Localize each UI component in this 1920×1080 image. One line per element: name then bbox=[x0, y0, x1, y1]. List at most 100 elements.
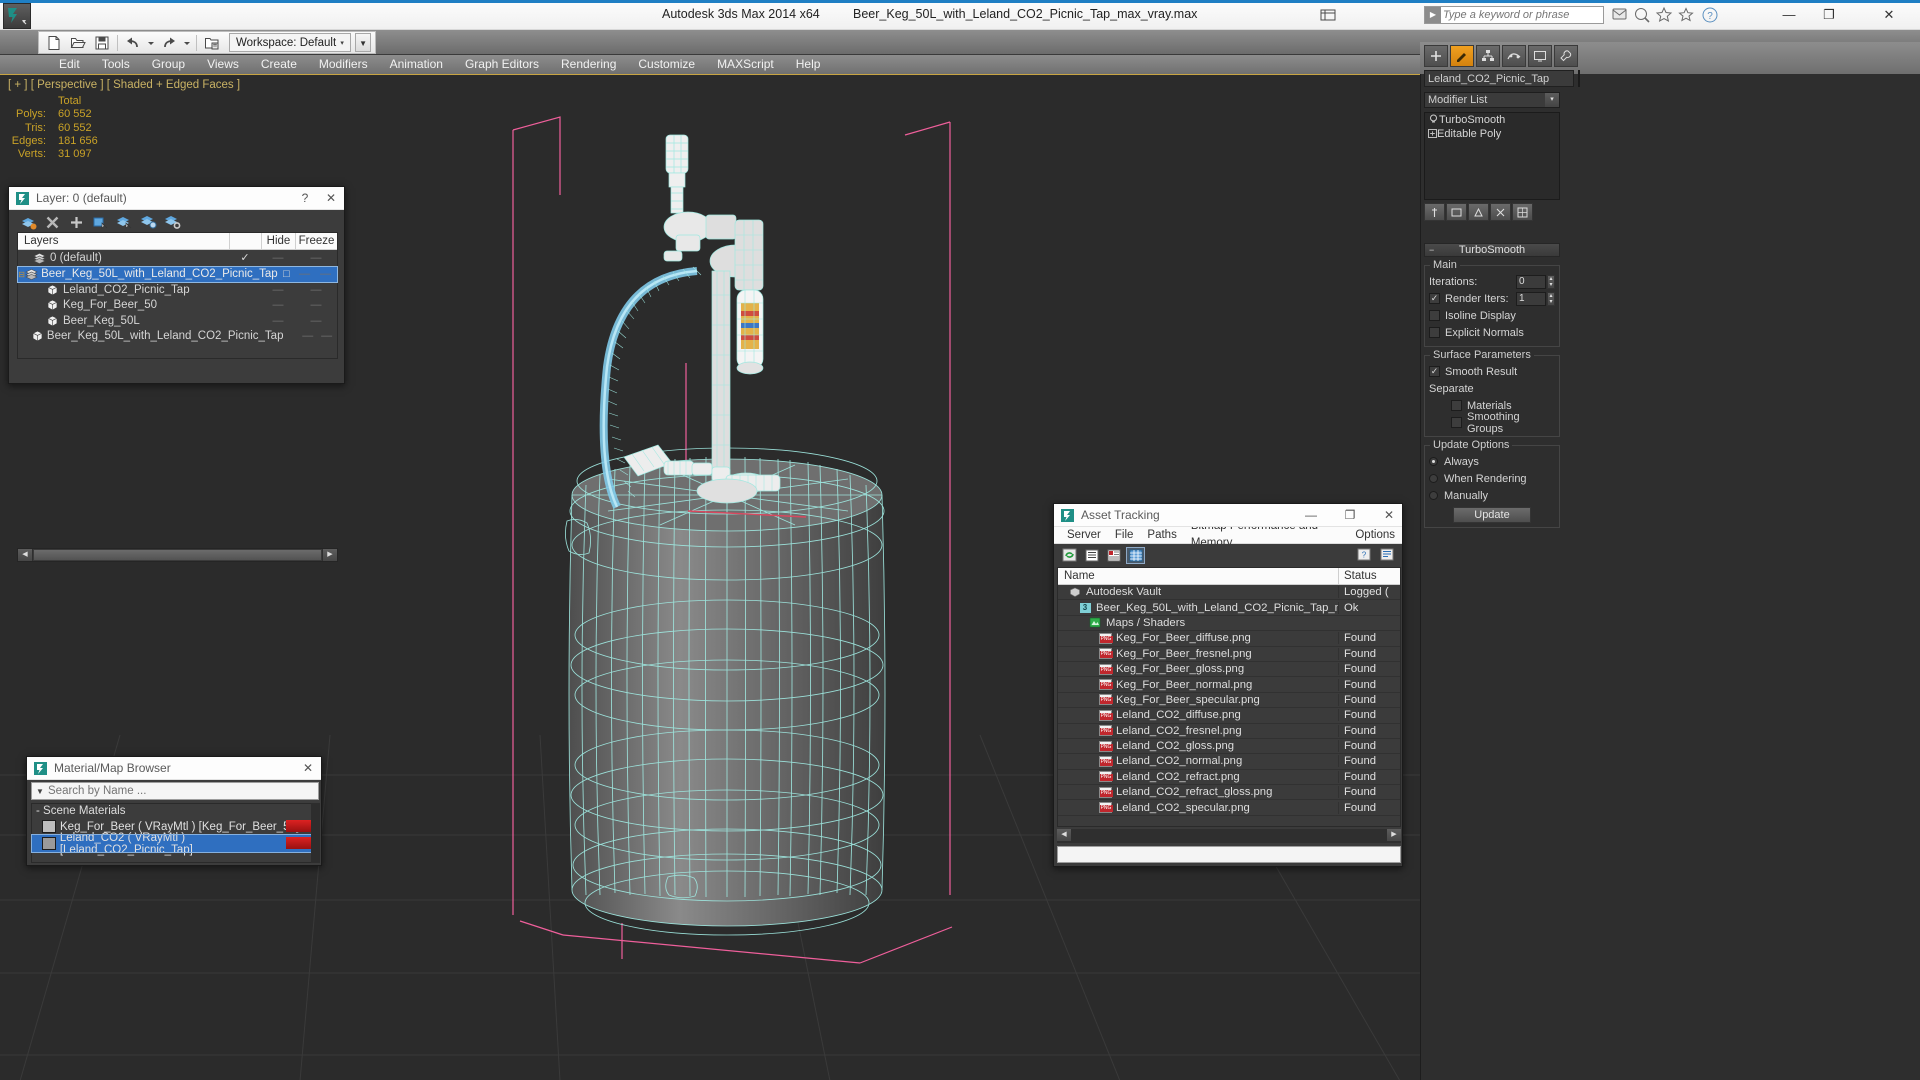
select-highlighted-icon[interactable] bbox=[115, 213, 133, 231]
asset-row[interactable]: Keg_For_Beer_gloss.png Found bbox=[1058, 662, 1400, 678]
menu-item-edit[interactable]: Edit bbox=[48, 55, 91, 74]
asset-menu-options[interactable]: Options bbox=[1348, 527, 1402, 544]
asset-row[interactable]: Leland_CO2_specular.png Found bbox=[1058, 800, 1400, 816]
new-layer-icon[interactable] bbox=[19, 213, 37, 231]
material-search-row[interactable]: ▼ bbox=[31, 782, 319, 800]
layer-row-check[interactable]: □ bbox=[278, 268, 296, 280]
scene-materials-group-label[interactable]: - Scene Materials bbox=[32, 804, 318, 818]
window-maximize-button[interactable]: ❐ bbox=[1812, 3, 1846, 27]
layer-row-hide[interactable]: — bbox=[299, 330, 316, 342]
asset-row[interactable]: Keg_For_Beer_fresnel.png Found bbox=[1058, 647, 1400, 662]
remove-modifier-icon[interactable] bbox=[1490, 203, 1511, 221]
layer-row[interactable]: Beer_Keg_50L — — bbox=[18, 313, 337, 329]
favorites-icon[interactable] bbox=[1676, 5, 1694, 23]
menu-item-views[interactable]: Views bbox=[196, 55, 250, 74]
menu-item-rendering[interactable]: Rendering bbox=[550, 55, 627, 74]
help-icon[interactable]: ? bbox=[1354, 546, 1373, 563]
smooth-result-checkbox[interactable]: ✓ bbox=[1429, 366, 1440, 377]
asset-row[interactable]: Keg_For_Beer_diffuse.png Found bbox=[1058, 631, 1400, 647]
layer-column-freeze[interactable]: Freeze bbox=[295, 233, 337, 249]
communication-center-icon[interactable] bbox=[1610, 5, 1628, 23]
save-file-icon[interactable] bbox=[91, 33, 113, 53]
highlight-selected-icon[interactable] bbox=[139, 213, 157, 231]
layer-row-freeze[interactable]: — bbox=[314, 268, 337, 280]
layer-row[interactable]: 0 (default) ✓ — — bbox=[18, 250, 337, 266]
update-manually-row[interactable]: Manually bbox=[1429, 488, 1555, 503]
layer-column-check[interactable] bbox=[229, 233, 261, 249]
scroll-left-icon[interactable]: ◀ bbox=[18, 549, 32, 561]
asset-row[interactable]: Autodesk Vault Logged ( bbox=[1058, 585, 1400, 601]
pin-stack-icon[interactable] bbox=[1424, 203, 1445, 221]
layer-row-hide[interactable]: — bbox=[261, 284, 295, 296]
asset-row[interactable]: Maps / Shaders bbox=[1058, 616, 1400, 632]
asset-minimize-button[interactable]: — bbox=[1298, 504, 1324, 527]
update-always-row[interactable]: Always bbox=[1429, 454, 1555, 469]
layer-window-titlebar[interactable]: Layer: 0 (default) ? ✕ bbox=[9, 187, 344, 210]
search-box[interactable]: ▶ bbox=[1424, 6, 1604, 24]
asset-column-status[interactable]: Status bbox=[1338, 568, 1400, 584]
configure-sets-icon[interactable] bbox=[1512, 203, 1533, 221]
layer-horizontal-scrollbar[interactable]: ◀ ▶ bbox=[17, 548, 338, 562]
window-minimize-button[interactable]: — bbox=[1772, 3, 1806, 27]
asset-row[interactable]: 3 Beer_Keg_50L_with_Leland_CO2_Picnic_Tap… bbox=[1058, 600, 1400, 616]
layer-properties-icon[interactable] bbox=[163, 213, 181, 231]
make-unique-icon[interactable] bbox=[1468, 203, 1489, 221]
layer-help-button[interactable]: ? bbox=[292, 187, 318, 210]
layer-row-check[interactable]: ✓ bbox=[229, 251, 261, 264]
asset-tracking-titlebar[interactable]: Asset Tracking — ❐ ✕ bbox=[1054, 504, 1402, 527]
show-end-result-icon[interactable] bbox=[1446, 203, 1467, 221]
chevron-down-icon[interactable]: ▾ bbox=[1545, 93, 1559, 107]
open-file-icon[interactable] bbox=[67, 33, 89, 53]
delete-layer-icon[interactable] bbox=[43, 213, 61, 231]
asset-row[interactable]: Leland_CO2_refract.png Found bbox=[1058, 770, 1400, 786]
layer-row-hide[interactable]: — bbox=[261, 252, 295, 264]
menu-item-group[interactable]: Group bbox=[141, 55, 196, 74]
update-when-rendering-row[interactable]: When Rendering bbox=[1429, 471, 1555, 486]
asset-column-name[interactable]: Name bbox=[1058, 568, 1338, 584]
grid-view-icon[interactable] bbox=[1126, 546, 1145, 564]
object-color-swatch[interactable] bbox=[1578, 70, 1580, 87]
scrollbar-thumb[interactable] bbox=[33, 549, 322, 561]
modify-tab[interactable] bbox=[1450, 45, 1474, 67]
subscription-center-icon[interactable] bbox=[1632, 5, 1650, 23]
layer-row[interactable]: Leland_CO2_Picnic_Tap — — bbox=[18, 282, 337, 298]
menu-item-tools[interactable]: Tools bbox=[91, 55, 141, 74]
asset-row[interactable]: Keg_For_Beer_specular.png Found bbox=[1058, 693, 1400, 709]
asset-row[interactable]: Leland_CO2_gloss.png Found bbox=[1058, 739, 1400, 755]
layer-row-freeze[interactable]: — bbox=[295, 252, 337, 264]
list-view-icon[interactable] bbox=[1082, 547, 1101, 564]
workspace-caret-icon[interactable]: ▾ bbox=[336, 39, 348, 47]
workspace-selector[interactable]: Workspace: Default ▾ bbox=[229, 33, 352, 52]
asset-close-button[interactable]: ✕ bbox=[1376, 504, 1402, 527]
material-vertical-scrollbar[interactable] bbox=[311, 803, 320, 863]
menu-item-modifiers[interactable]: Modifiers bbox=[308, 55, 379, 74]
undo-icon[interactable] bbox=[122, 33, 144, 53]
utilities-tab[interactable] bbox=[1554, 45, 1578, 67]
scroll-right-icon[interactable]: ▶ bbox=[323, 549, 337, 561]
asset-row[interactable]: Leland_CO2_refract_gloss.png Found bbox=[1058, 785, 1400, 801]
menu-item-graph-editors[interactable]: Graph Editors bbox=[454, 55, 550, 74]
layer-row[interactable]: Beer_Keg_50L_with_Leland_CO2_Picnic_Tap —… bbox=[18, 329, 337, 345]
asset-maximize-button[interactable]: ❐ bbox=[1337, 504, 1363, 527]
window-close-button[interactable]: ✕ bbox=[1872, 3, 1906, 27]
object-name-field[interactable] bbox=[1424, 70, 1574, 87]
layer-row-freeze[interactable]: — bbox=[316, 330, 337, 342]
update-always-radio[interactable] bbox=[1429, 457, 1438, 466]
layer-row-freeze[interactable]: — bbox=[295, 284, 337, 296]
menu-item-create[interactable]: Create bbox=[250, 55, 308, 74]
asset-menu-paths[interactable]: Paths bbox=[1140, 527, 1183, 544]
plus-box-icon[interactable] bbox=[1427, 128, 1437, 140]
smoothing-groups-checkbox[interactable] bbox=[1451, 417, 1462, 428]
create-tab[interactable] bbox=[1424, 45, 1448, 67]
select-objects-icon[interactable] bbox=[91, 213, 109, 231]
workspace-dropdown-button[interactable]: ▼ bbox=[355, 33, 372, 52]
layer-column-layers[interactable]: Layers bbox=[18, 233, 229, 249]
asset-menu-server[interactable]: Server bbox=[1060, 527, 1108, 544]
menu-item-maxscript[interactable]: MAXScript bbox=[706, 55, 785, 74]
search-dropdown-arrow-icon[interactable]: ▶ bbox=[1425, 7, 1441, 23]
material-browser-titlebar[interactable]: Material/Map Browser ✕ bbox=[27, 757, 321, 780]
material-row[interactable]: Leland_CO2 ( VRayMtl ) [Leland_CO2_Picni… bbox=[31, 832, 319, 856]
lightbulb-icon[interactable] bbox=[1427, 114, 1439, 126]
render-iters-checkbox[interactable]: ✓ bbox=[1429, 293, 1440, 304]
exchange-apps-icon[interactable] bbox=[1654, 5, 1673, 23]
